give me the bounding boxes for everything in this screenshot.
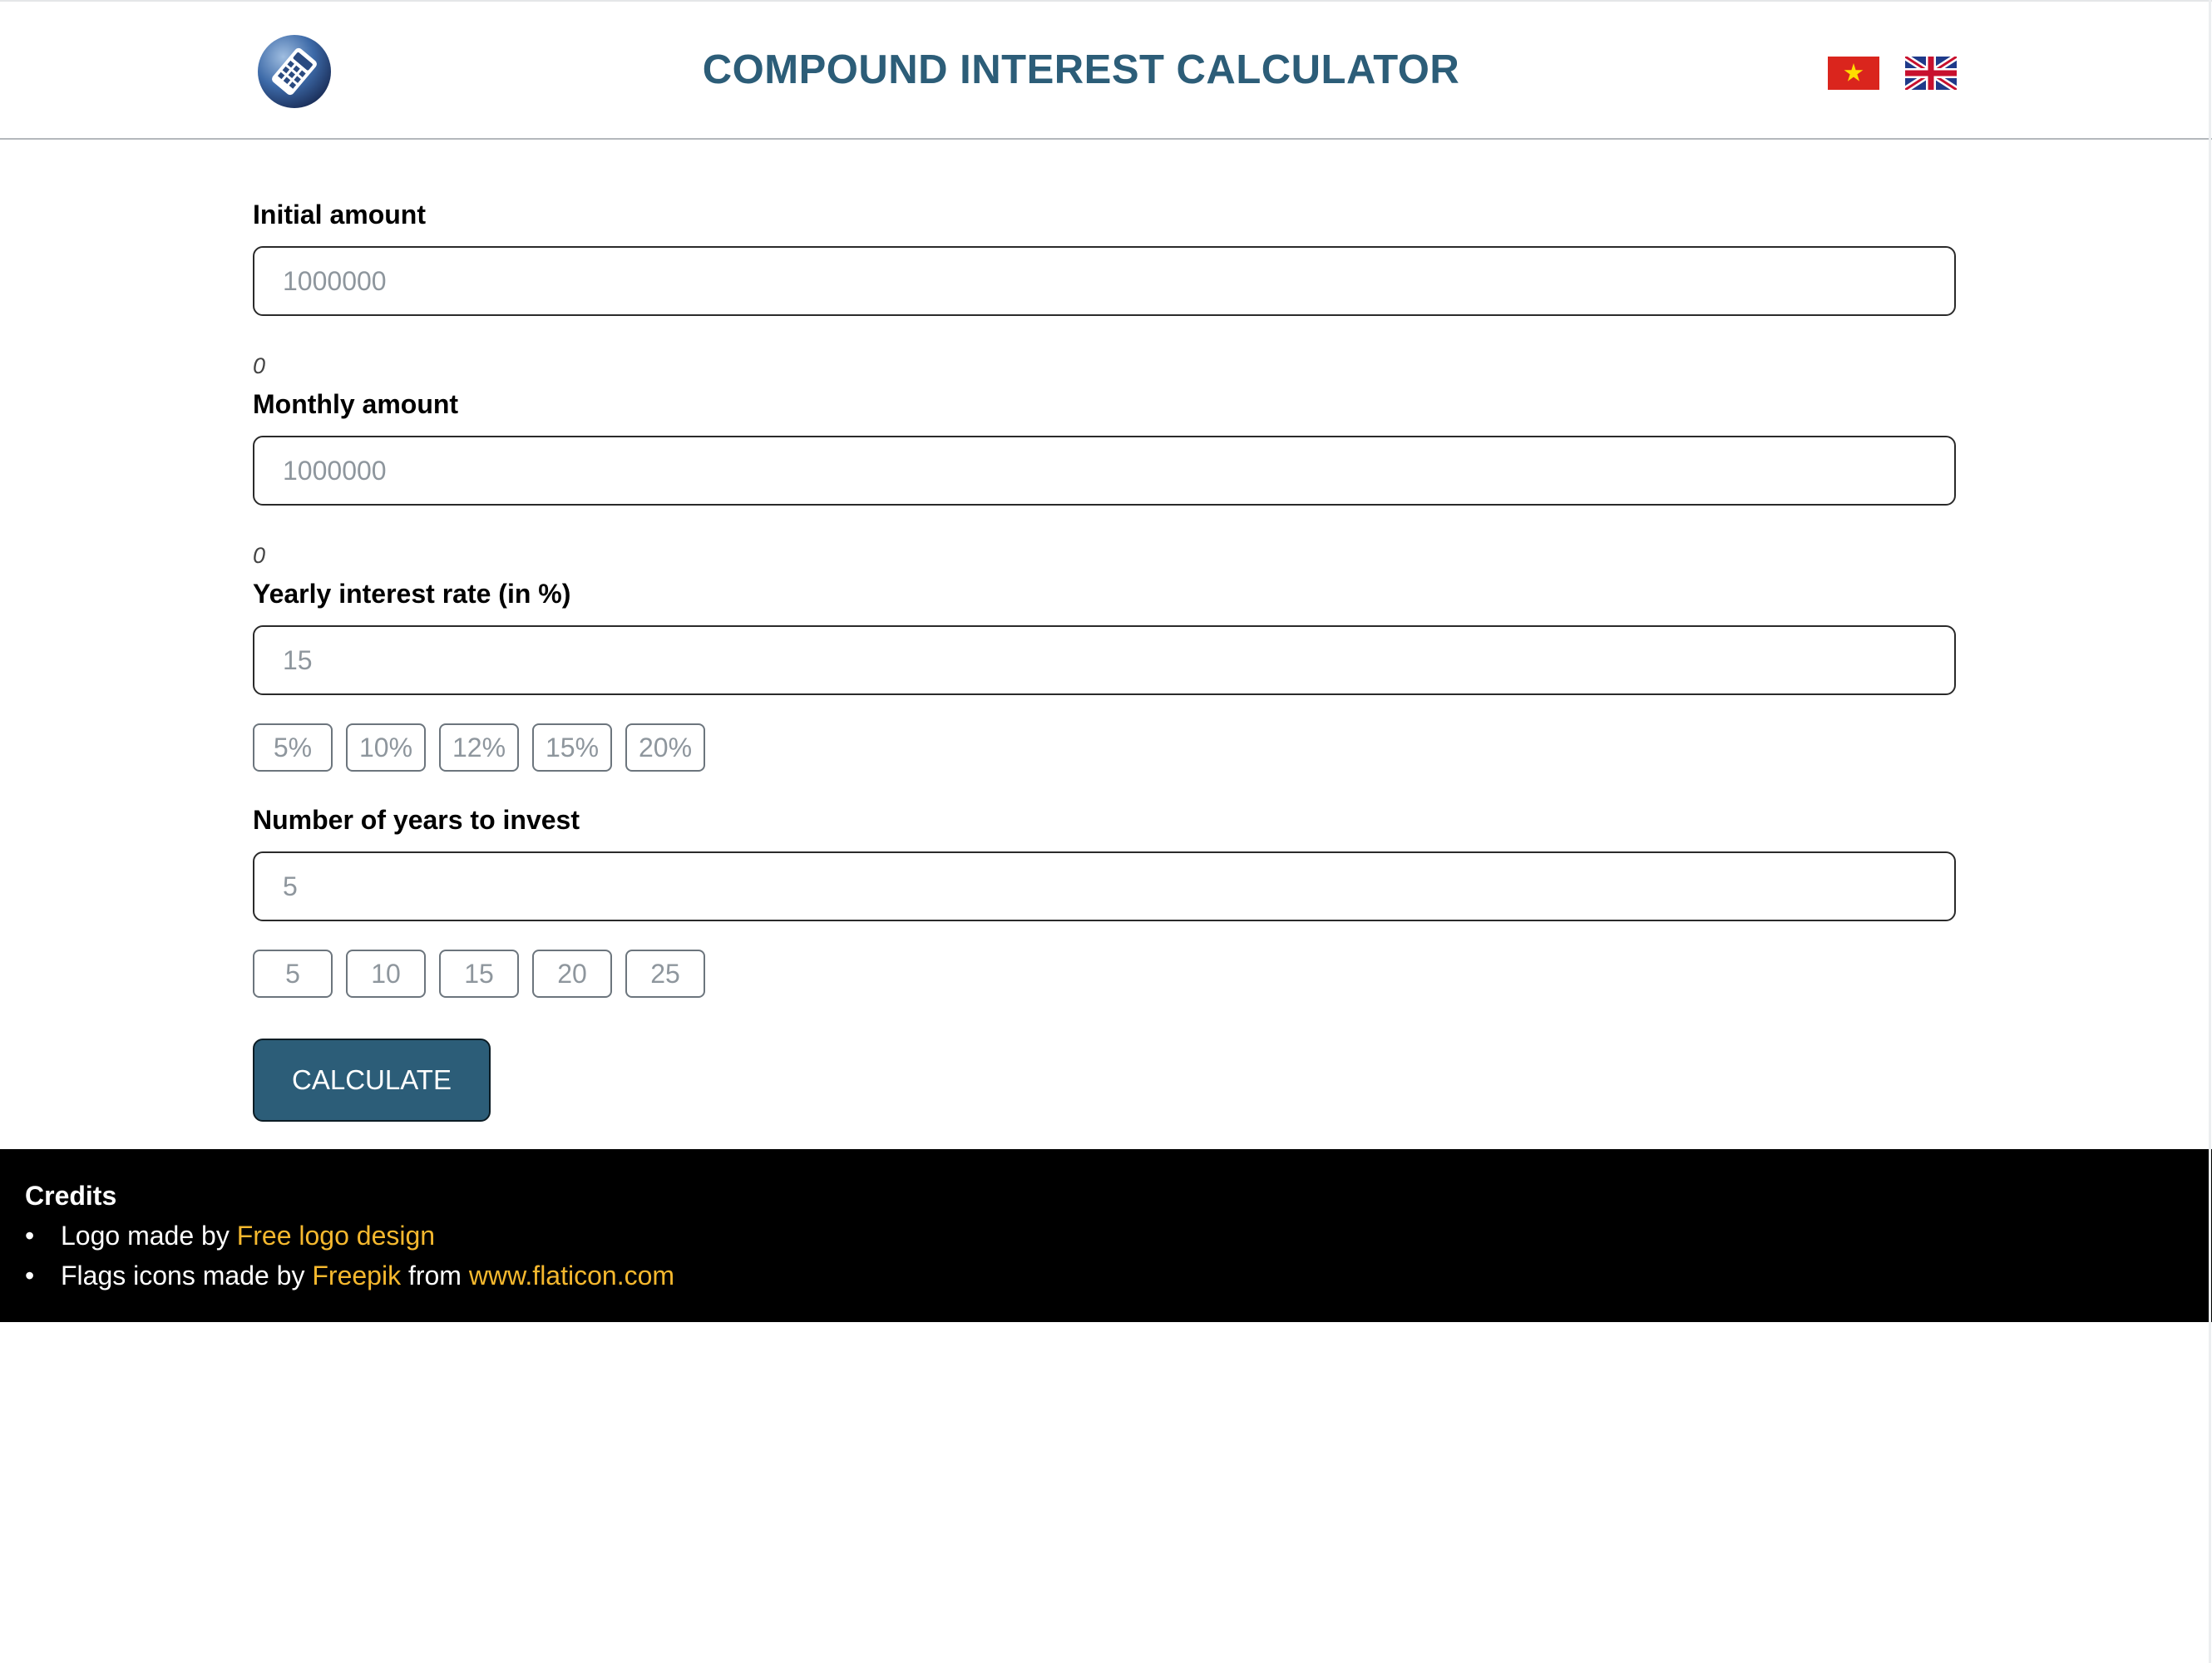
rate-preset-button[interactable]: 12% [439,723,519,772]
rate-preset-button[interactable]: 5% [253,723,333,772]
credits-title: Credits [25,1181,117,1211]
rate-preset-button[interactable]: 15% [532,723,612,772]
calculator-form: Initial amount 0 Monthly amount 0 Yearly… [0,140,2212,1148]
years-label: Number of years to invest [253,805,580,835]
monthly-amount-formatted: 0 [253,543,266,568]
years-preset-button[interactable]: 5 [253,950,333,998]
initial-amount-input[interactable] [253,246,1956,316]
monthly-amount-label: Monthly amount [253,389,459,419]
window-edge [2209,0,2211,1663]
years-preset-button[interactable]: 20 [532,950,612,998]
years-input[interactable] [253,851,1956,921]
credit-text: from [401,1261,469,1290]
bullet-icon: • [25,1221,35,1251]
rate-preset-button[interactable]: 20% [625,723,705,772]
credit-item-logo: • Logo made by Free logo design [25,1219,435,1252]
credits-footer: Credits • Logo made by Free logo design •… [0,1149,2212,1322]
initial-amount-label: Initial amount [253,200,426,229]
interest-rate-input[interactable] [253,625,1956,695]
years-preset-button[interactable]: 10 [346,950,426,998]
credit-text: Flags icons made by [61,1261,313,1290]
bullet-icon: • [25,1261,35,1290]
interest-rate-label: Yearly interest rate (in %) [253,579,571,609]
years-preset-button[interactable]: 15 [439,950,519,998]
calculate-button[interactable]: CALCULATE [253,1039,491,1122]
app-header: COMPOUND INTEREST CALCULATOR [0,0,2212,140]
initial-amount-formatted: 0 [253,353,266,378]
uk-flag-icon[interactable] [1905,57,1957,90]
rate-preset-button[interactable]: 10% [346,723,426,772]
vietnam-flag-icon[interactable] [1828,57,1879,90]
monthly-amount-input[interactable] [253,436,1956,506]
credit-text: Logo made by [61,1221,237,1251]
credit-item-flags: • Flags icons made by Freepik from www.fl… [25,1259,674,1292]
flaticon-link[interactable]: www.flaticon.com [469,1261,674,1290]
freepik-link[interactable]: Freepik [312,1261,401,1290]
free-logo-design-link[interactable]: Free logo design [237,1221,435,1251]
years-preset-button[interactable]: 25 [625,950,705,998]
